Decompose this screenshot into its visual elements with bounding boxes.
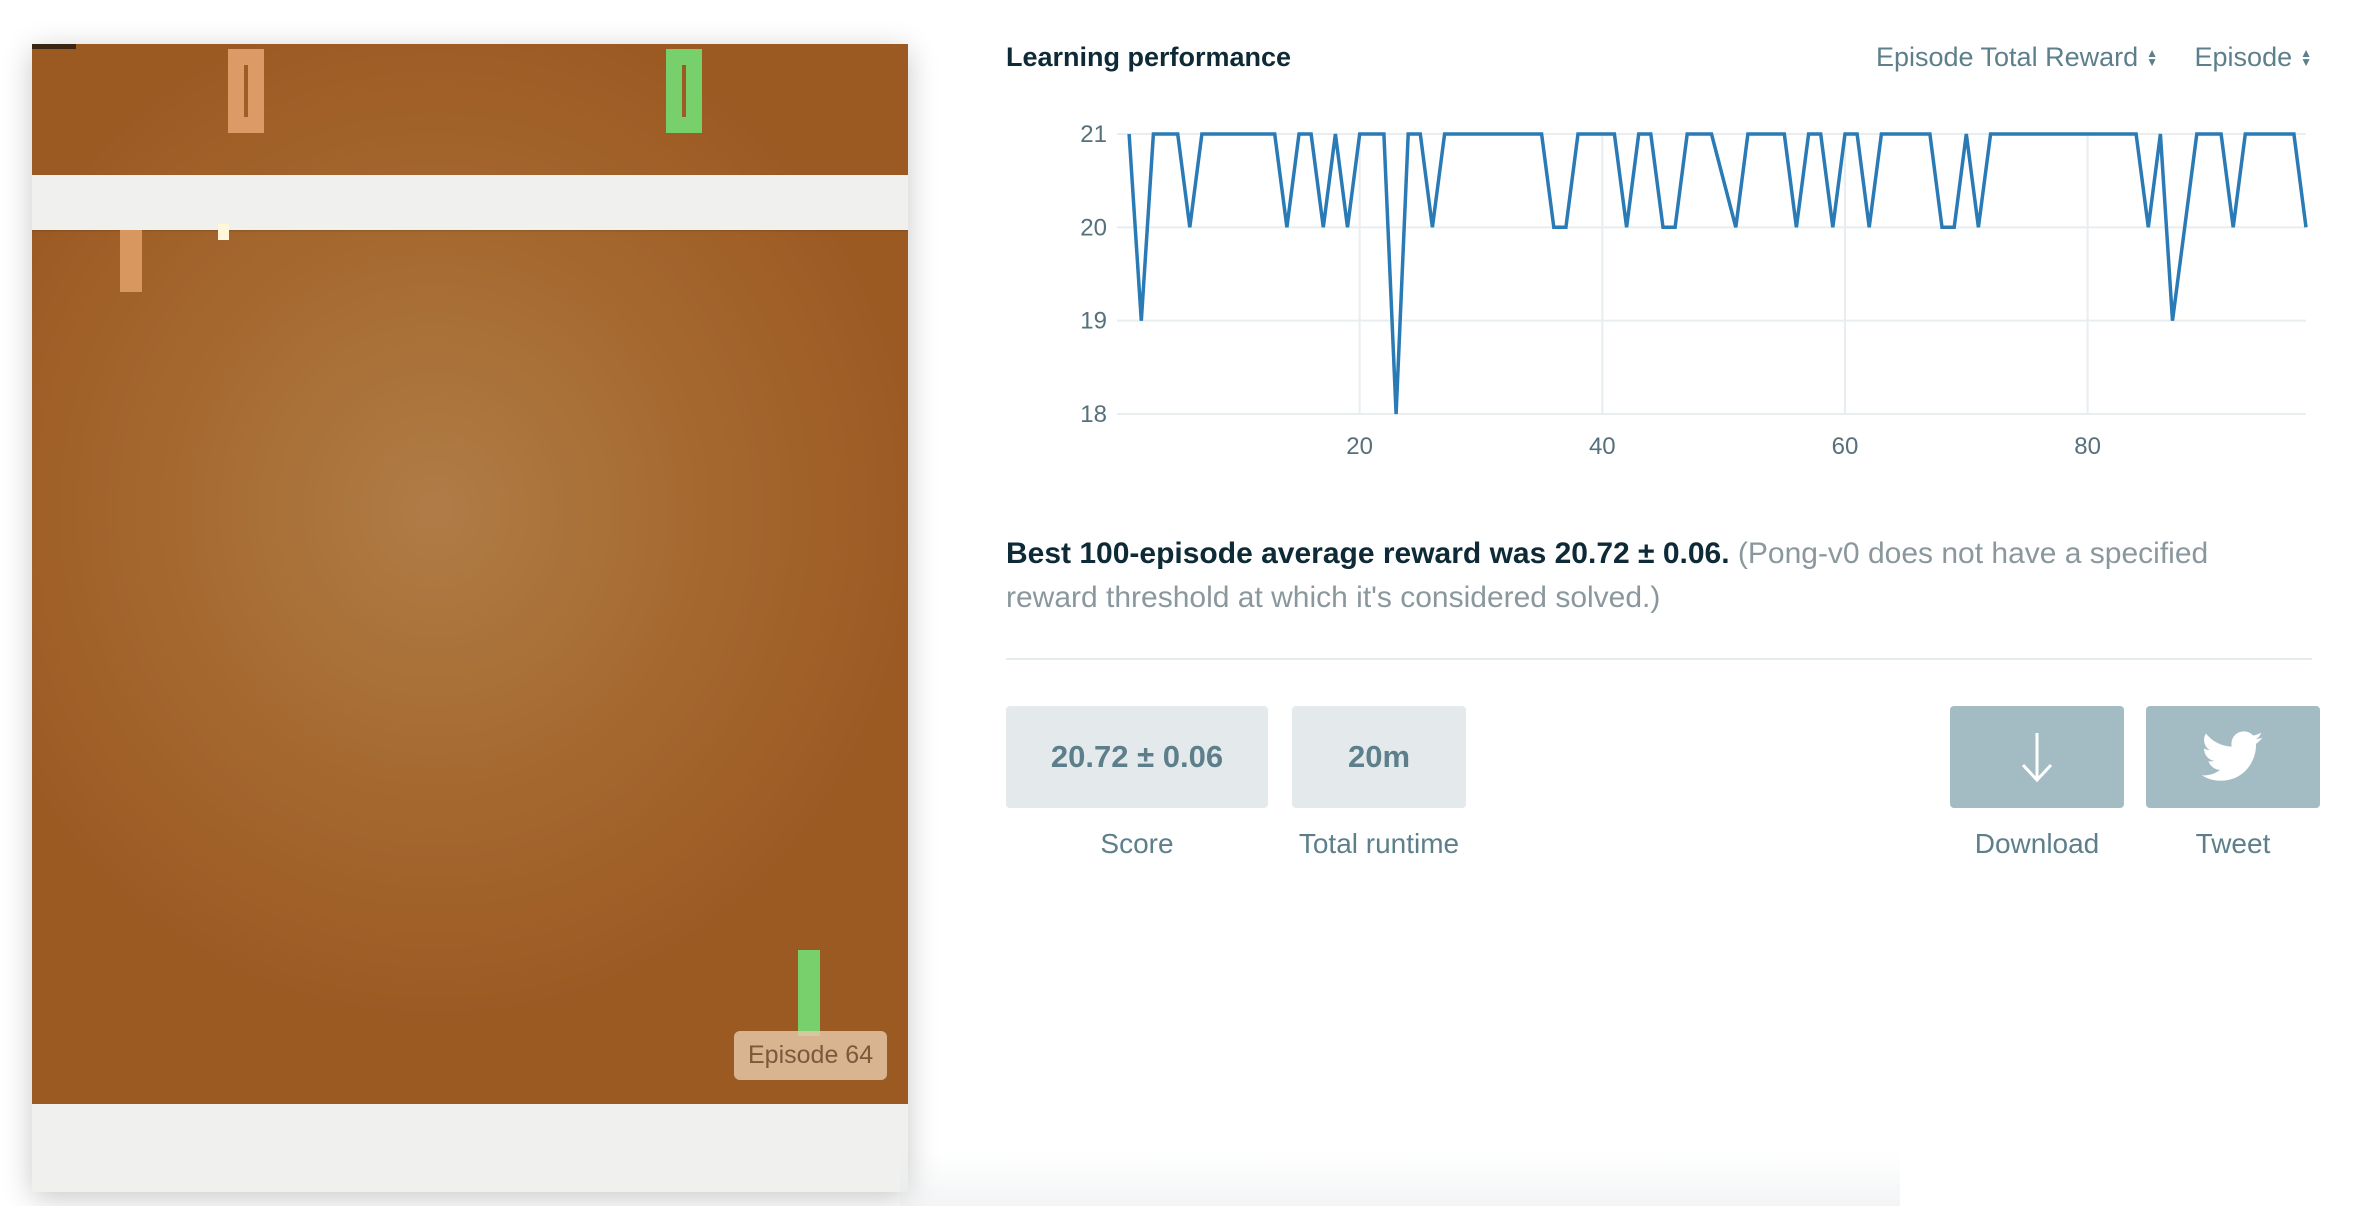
download-arrow-icon: [2021, 733, 2053, 783]
right-paddle: [798, 950, 820, 1036]
divider: [1006, 658, 2312, 660]
download-button-face[interactable]: [1950, 706, 2124, 808]
download-label: Download: [1974, 828, 2100, 859]
bottom-shadow: [900, 1150, 1900, 1206]
score-label: Score: [1100, 828, 1174, 859]
left-player-score-digit: [228, 49, 264, 133]
x-tick-label: 60: [1832, 433, 1859, 460]
chart-title: Learning performance: [1006, 42, 1292, 72]
x-tick-label: 20: [1346, 433, 1373, 460]
reward-series-line: [1127, 132, 2308, 415]
y-tick-label: 19: [1080, 308, 1107, 335]
ball: [218, 224, 229, 240]
top-wall: [32, 175, 908, 230]
y-tick-label: 20: [1080, 214, 1107, 241]
score-stat: 20.72 ± 0.06 Score: [1006, 706, 1268, 860]
download-button[interactable]: Download: [1950, 706, 2124, 860]
runtime-label: Total runtime: [1298, 828, 1460, 859]
x-tick-label: 80: [2074, 433, 2101, 460]
sort-icon: ▲ ▼: [2146, 45, 2158, 69]
sort-icon: ▲ ▼: [2300, 45, 2312, 69]
score-value: 20.72 ± 0.06: [1006, 706, 1268, 808]
results-panel: Learning performance Episode Total Rewar…: [1006, 0, 2320, 1206]
x-tick-label: 40: [1589, 433, 1616, 460]
right-player-score-digit: [666, 49, 702, 133]
runtime-value: 20m: [1292, 706, 1466, 808]
axis-select-value: Episode: [2194, 42, 2293, 72]
learning-performance-chart: 18 19 20 21 20 40 60 80: [1080, 121, 2308, 460]
axis-select[interactable]: Episode ▲ ▼: [2195, 42, 2312, 73]
y-tick-label: 18: [1080, 401, 1107, 428]
bottom-wall: [32, 1104, 908, 1192]
runtime-stat: 20m Total runtime: [1292, 706, 1466, 860]
tweet-label: Tweet: [2195, 828, 2271, 859]
summary-text: Best 100-episode average reward was 20.7…: [1006, 532, 2296, 620]
chart-header: Learning performance Episode Total Rewar…: [1006, 42, 2312, 82]
tweet-button-face[interactable]: [2146, 706, 2320, 808]
summary-lead: Best 100-episode average reward was 20.7…: [1006, 537, 1730, 570]
metric-select[interactable]: Episode Total Reward ▲ ▼: [1876, 42, 2158, 73]
tweet-button[interactable]: Tweet: [2146, 706, 2320, 860]
corner-mark: [32, 44, 76, 49]
left-paddle: [120, 230, 142, 292]
metric-select-value: Episode Total Reward: [1875, 42, 2139, 72]
episode-badge: Episode 64: [734, 1031, 888, 1080]
y-tick-label: 21: [1080, 121, 1107, 148]
game-viewport: Episode 64: [32, 44, 908, 1192]
twitter-bird-icon: [2202, 731, 2263, 781]
